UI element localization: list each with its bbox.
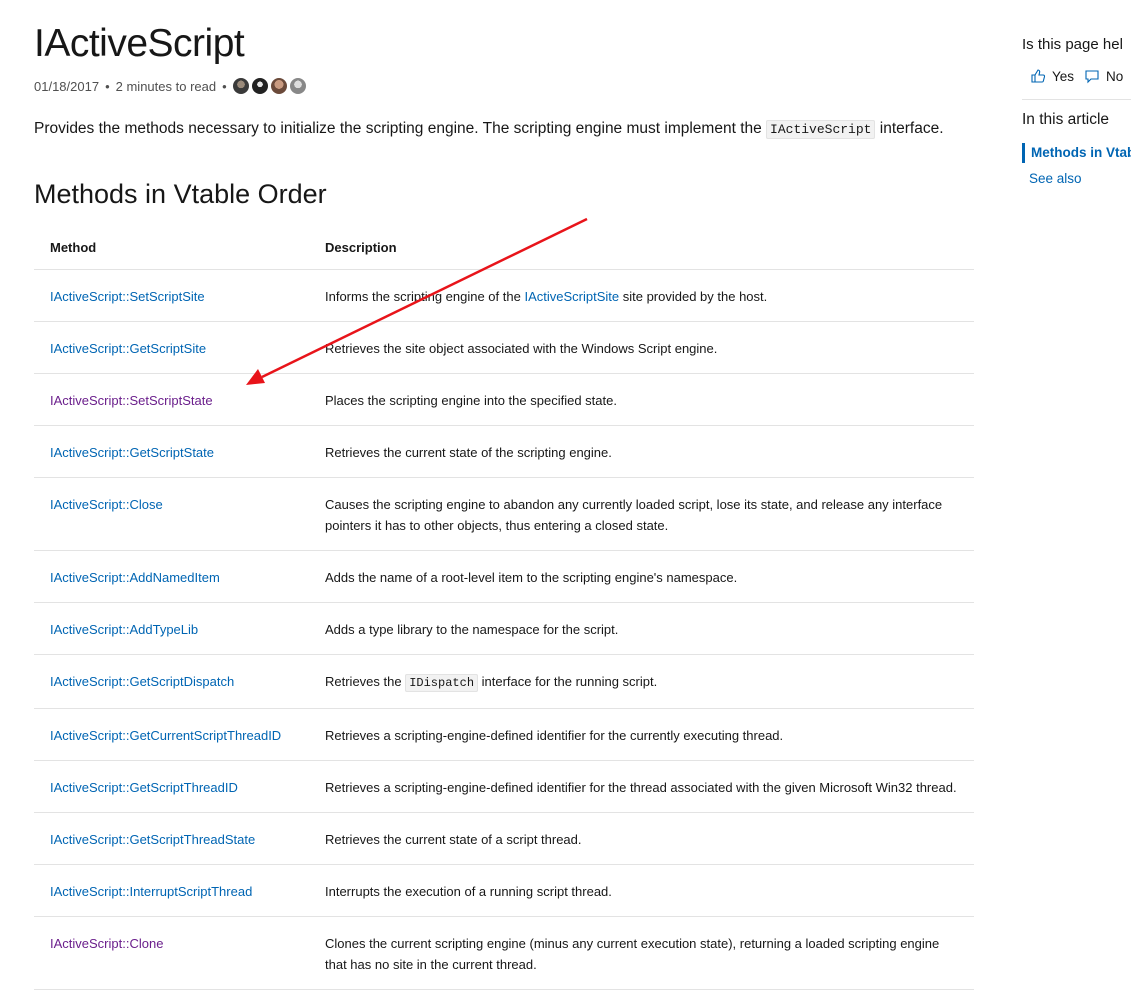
intro-paragraph: Provides the methods necessary to initia… xyxy=(34,120,944,139)
article-date: 01/18/2017 xyxy=(34,78,100,94)
table-row: IActiveScript::Close Causes the scriptin… xyxy=(34,477,974,551)
method-link[interactable]: IActiveScript::SetScriptState xyxy=(50,393,213,408)
no-label: No xyxy=(1106,68,1124,84)
table-row: IActiveScript::AddTypeLib Adds a type li… xyxy=(34,602,974,655)
method-link[interactable]: IActiveScript::GetScriptState xyxy=(50,445,214,460)
description-text: interface for the running script. xyxy=(478,674,658,689)
description-text: Interrupts the execution of a running sc… xyxy=(309,864,974,917)
meta-separator: • xyxy=(105,78,110,94)
article-metadata: 01/18/2017 • 2 minutes to read • xyxy=(34,78,306,94)
description-text: Retrieves the site object associated wit… xyxy=(309,321,974,374)
inline-code: IDispatch xyxy=(405,674,479,692)
description-text: Retrieves a scripting-engine-defined ide… xyxy=(309,760,974,813)
contributor-avatar[interactable] xyxy=(270,78,287,94)
feedback-buttons: Yes No xyxy=(1030,68,1123,84)
method-link[interactable]: IActiveScript::AddTypeLib xyxy=(50,622,198,637)
intro-text: interface. xyxy=(875,120,944,137)
table-row: IActiveScript::GetScriptDispatch Retriev… xyxy=(34,654,974,709)
table-row: IActiveScript::AddNamedItem Adds the nam… xyxy=(34,550,974,603)
no-button[interactable]: No xyxy=(1084,68,1123,84)
method-link[interactable]: IActiveScript::GetScriptThreadState xyxy=(50,832,255,847)
yes-button[interactable]: Yes xyxy=(1030,68,1074,84)
table-row: IActiveScript::GetScriptState Retrieves … xyxy=(34,425,974,478)
description-text: Causes the scripting engine to abandon a… xyxy=(309,477,974,551)
method-link[interactable]: IActiveScript::GetCurrentScriptThreadID xyxy=(50,728,281,743)
inline-code: IActiveScript xyxy=(766,120,876,139)
table-row: IActiveScript::GetScriptThreadID Retriev… xyxy=(34,760,974,813)
section-heading: Methods in Vtable Order xyxy=(34,179,327,209)
contributor-avatar[interactable] xyxy=(232,78,249,94)
contributor-avatar[interactable] xyxy=(251,78,268,94)
table-row: IActiveScript::GetScriptThreadState Retr… xyxy=(34,812,974,865)
description-text: site provided by the host. xyxy=(619,289,768,304)
table-row: IActiveScript::SetScriptSite Informs the… xyxy=(34,269,974,322)
method-link[interactable]: IActiveScript::InterruptScriptThread xyxy=(50,884,252,899)
rail-divider xyxy=(1022,99,1131,100)
method-link[interactable]: IActiveScript::AddNamedItem xyxy=(50,570,220,585)
thumbs-up-icon xyxy=(1031,69,1046,83)
table-header-row: Method Description xyxy=(34,224,974,270)
description-text: Retrieves the xyxy=(325,674,406,689)
meta-separator: • xyxy=(222,78,227,94)
description-text: Retrieves a scripting-engine-defined ide… xyxy=(309,708,974,761)
column-header-method: Method xyxy=(34,224,309,270)
yes-label: Yes xyxy=(1052,68,1075,84)
method-link[interactable]: IActiveScript::GetScriptThreadID xyxy=(50,780,238,795)
contributors-list[interactable] xyxy=(232,78,306,94)
toc-item-methods[interactable]: Methods in Vtab xyxy=(1022,143,1131,163)
description-text: Informs the scripting engine of the xyxy=(325,289,525,304)
methods-table: Method Description IActiveScript::SetScr… xyxy=(34,224,974,990)
description-text: Clones the current scripting engine (min… xyxy=(309,916,974,990)
description-text: Adds a type library to the namespace for… xyxy=(309,602,974,655)
toc-item-see-also[interactable]: See also xyxy=(1029,171,1082,186)
method-link[interactable]: IActiveScript::Clone xyxy=(50,936,163,951)
feedback-icon xyxy=(1085,70,1099,84)
method-link[interactable]: IActiveScript::GetScriptDispatch xyxy=(50,674,234,689)
table-row: IActiveScript::Clone Clones the current … xyxy=(34,916,974,990)
feedback-question: Is this page hel xyxy=(1022,36,1123,53)
description-text: Retrieves the current state of the scrip… xyxy=(309,425,974,478)
table-row: IActiveScript::GetScriptSite Retrieves t… xyxy=(34,321,974,374)
intro-text: Provides the methods necessary to initia… xyxy=(34,120,767,137)
table-row: IActiveScript::InterruptScriptThread Int… xyxy=(34,864,974,917)
table-row: IActiveScript::SetScriptState Places the… xyxy=(34,373,974,426)
description-link[interactable]: IActiveScriptSite xyxy=(524,289,619,304)
method-link[interactable]: IActiveScript::Close xyxy=(50,497,163,512)
method-link[interactable]: IActiveScript::GetScriptSite xyxy=(50,341,206,356)
read-time: 2 minutes to read xyxy=(115,78,217,94)
method-link[interactable]: IActiveScript::SetScriptSite xyxy=(50,289,205,304)
page-title: IActiveScript xyxy=(34,22,245,65)
description-text: Adds the name of a root-level item to th… xyxy=(309,550,974,603)
toc-title: In this article xyxy=(1022,111,1110,128)
table-row: IActiveScript::GetCurrentScriptThreadID … xyxy=(34,708,974,761)
description-text: Retrieves the current state of a script … xyxy=(309,812,974,865)
contributor-avatar[interactable] xyxy=(289,78,306,94)
description-text: Places the scripting engine into the spe… xyxy=(309,373,974,426)
column-header-description: Description xyxy=(309,224,974,270)
